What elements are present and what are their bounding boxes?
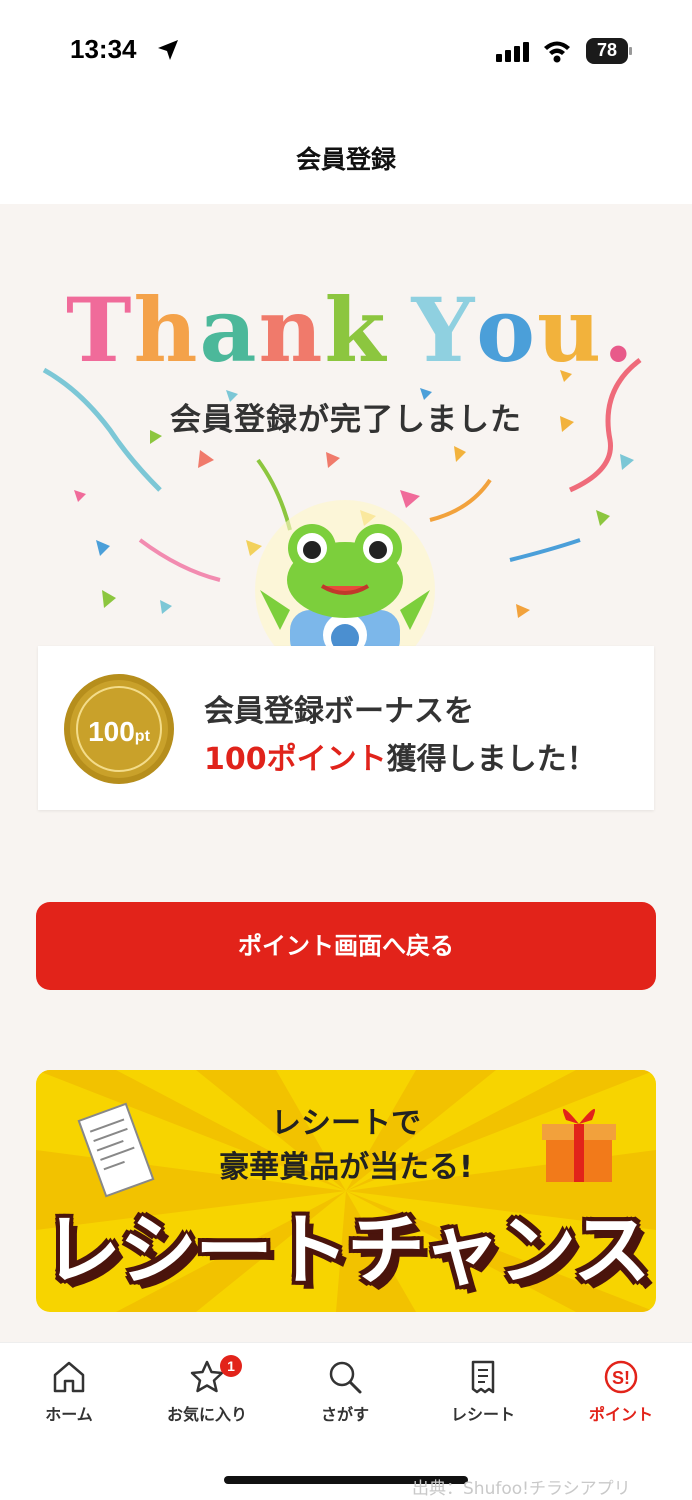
home-icon <box>53 1361 85 1393</box>
thank-you-letter: T <box>66 278 134 382</box>
thank-you-letter: n <box>258 278 325 382</box>
thank-you-letter: h <box>133 278 200 382</box>
tab-label: ホーム <box>45 1405 93 1424</box>
thank-you-hero: Thank You. 会員登録が完了しました <box>0 240 692 660</box>
points-icon: S! <box>604 1360 638 1394</box>
bonus-message-rest: 獲得しました！ <box>386 742 597 777</box>
status-bar: 13:34 78 <box>0 0 692 100</box>
status-time: 13:34 <box>70 34 137 64</box>
tab-home[interactable]: ホーム <box>0 1359 138 1425</box>
thank-you-letter: k <box>324 278 388 382</box>
cellular-signal-icon <box>496 42 529 62</box>
tab-label: さがす <box>320 1405 369 1424</box>
thank-you-letter: o <box>476 278 537 382</box>
frog-mascot-illustration <box>255 500 435 650</box>
tab-search[interactable]: さがす <box>276 1359 414 1425</box>
page-header: 会員登録 <box>0 100 692 204</box>
receipt-chance-banner[interactable]: レシートで 豪華賞品が当たる! レシートチャンス <box>36 1070 656 1312</box>
bonus-message-line2: 100ポイント獲得しました！ <box>204 734 597 778</box>
search-icon <box>329 1361 362 1394</box>
thank-you-letter: Y <box>411 278 477 382</box>
banner-subtitle-1: レシートで <box>271 1106 421 1141</box>
tab-points[interactable]: S! ポイント <box>552 1359 690 1425</box>
points-coin-icon: 100pt <box>64 674 174 784</box>
registration-complete-message: 会員登録が完了しました <box>170 402 522 438</box>
coin-value: 100 <box>88 716 135 747</box>
tab-receipt[interactable]: レシート <box>414 1359 552 1425</box>
tab-label: ポイント <box>588 1405 653 1424</box>
thank-you-heading: Thank You. <box>66 278 636 382</box>
tab-label: レシート <box>450 1405 515 1424</box>
thank-you-letter: a <box>199 278 259 382</box>
bonus-message-line1: 会員登録ボーナスを <box>204 694 474 729</box>
bonus-points-amount: 100ポイント <box>204 742 387 777</box>
battery-indicator: 78 <box>586 38 632 64</box>
page-title: 会員登録 <box>295 145 396 174</box>
bonus-points-card: 100pt 会員登録ボーナスを 100ポイント獲得しました！ <box>38 646 654 810</box>
tab-favorites[interactable]: 1 お気に入り <box>138 1355 276 1425</box>
source-watermark: 出典：Shufoo!チラシアプリ <box>412 1479 631 1499</box>
wifi-icon <box>544 41 570 63</box>
thank-you-letter: u <box>537 278 603 382</box>
battery-level: 78 <box>596 40 618 60</box>
receipt-icon <box>471 1360 495 1394</box>
svg-text:S!: S! <box>612 1368 630 1388</box>
coin-unit: pt <box>134 728 150 745</box>
thank-you-letter: . <box>602 278 636 382</box>
back-to-points-button[interactable]: ポイント画面へ戻る <box>36 902 656 990</box>
location-arrow-icon <box>158 40 178 60</box>
tab-label: お気に入り <box>166 1405 247 1424</box>
favorites-badge: 1 <box>220 1355 242 1377</box>
banner-subtitle-2: 豪華賞品が当たる! <box>219 1150 473 1185</box>
banner-title: レシートチャンス <box>43 1206 651 1296</box>
